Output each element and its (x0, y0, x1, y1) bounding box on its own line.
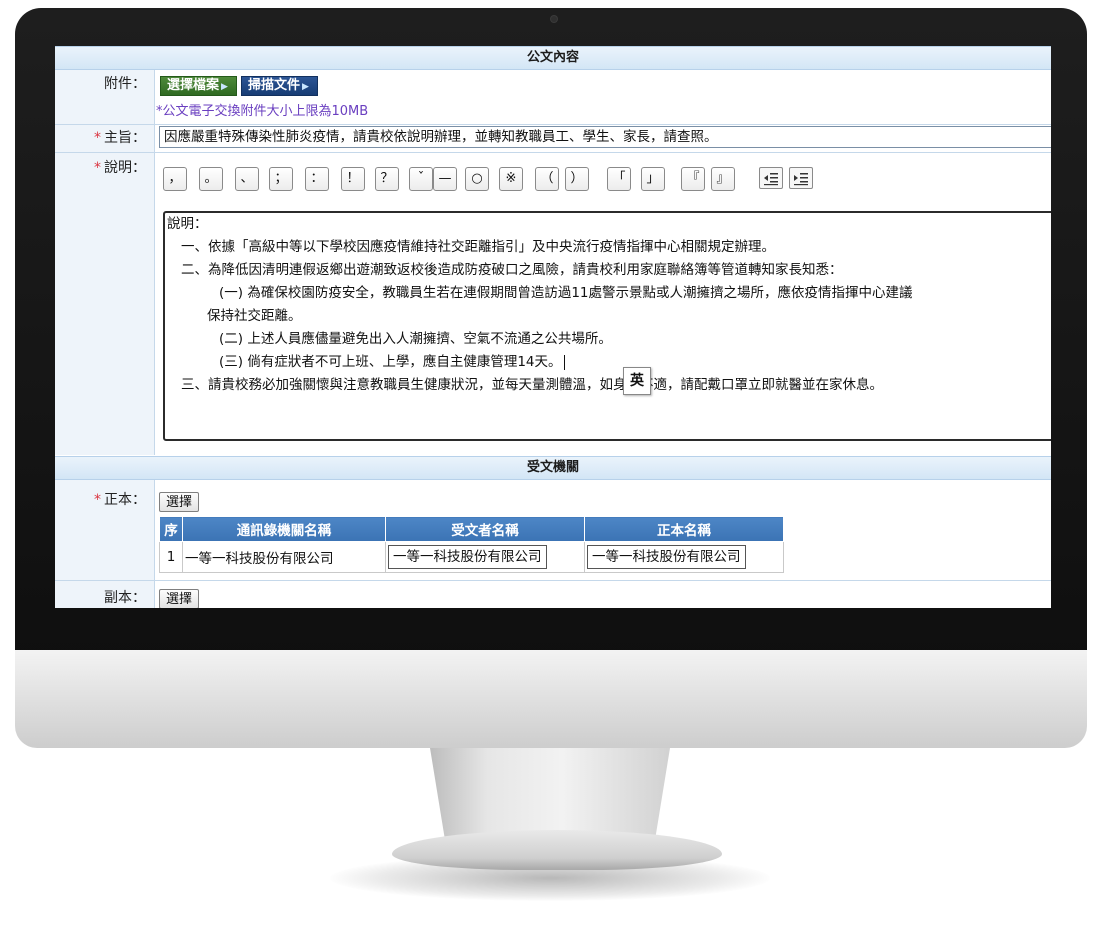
camera-icon (551, 16, 557, 22)
punct-button-reference[interactable]: ※ (499, 167, 523, 191)
description-label: 說明： (104, 160, 146, 176)
punct-button-exclamation[interactable]: ！ (341, 167, 365, 191)
main-recipient-label: 正本： (104, 492, 146, 508)
attachment-label-cell: 附件： (55, 70, 155, 124)
punct-button-right-paren[interactable]: ） (565, 167, 589, 191)
document-section-header: 公文內容 (55, 46, 1051, 70)
monitor-neck (430, 748, 670, 840)
row-divider (55, 580, 1051, 581)
text-caret (563, 354, 565, 370)
screen: 公文內容 附件： * 主旨： * 說明： 選擇檔案 ▶ 掃描文件 ▶ *公文電子交換附件… (55, 46, 1051, 608)
punct-button-left-quote[interactable]: 「 (607, 167, 631, 191)
attachment-size-hint: *公文電子交換附件大小上限為10MB (156, 104, 369, 119)
column-header-main-copy-name: 正本名稱 (584, 516, 784, 542)
row-seq: 1 (159, 541, 183, 573)
description-label-cell: * 說明： (55, 153, 155, 455)
punct-button-colon[interactable]: ： (305, 167, 329, 191)
row-main-copy-name-cell: 一等一科技股份有限公司 (584, 541, 784, 573)
recipient-table-header: 序 通訊錄機關名稱 受文者名稱 正本名稱 (159, 516, 784, 542)
punct-button-right-quote[interactable]: 」 (641, 167, 665, 191)
row-divider (55, 152, 1051, 153)
row-divider (55, 124, 1051, 125)
play-triangle-icon: ▶ (221, 82, 228, 92)
main-recipient-select-button[interactable]: 選擇 (159, 492, 200, 512)
attachment-label: 附件： (104, 76, 146, 92)
subject-input[interactable]: 因應嚴重特殊傳染性肺炎疫情，請貴校依說明辦理，並轉知教職員工、學生、家長，請查照… (159, 126, 1051, 148)
punct-button-circle[interactable]: ○ (465, 167, 489, 191)
scan-document-label: 掃描文件 (248, 78, 301, 93)
recipient-name-field[interactable]: 一等一科技股份有限公司 (388, 545, 547, 569)
choose-file-button[interactable]: 選擇檔案 ▶ (160, 76, 237, 96)
table-row: 1 一等一科技股份有限公司 一等一科技股份有限公司 一等一科技股份有限公司 (159, 541, 784, 573)
indent-increase-icon (794, 173, 808, 186)
punct-button-period[interactable]: 。 (199, 167, 223, 191)
description-line: 三、請貴校務必加強關懷與注意教職員生健康狀況，並每天量測體溫，如身體不適，請配戴… (181, 377, 883, 393)
recipient-table: 序 通訊錄機關名稱 受文者名稱 正本名稱 1 一等一科技股份有限公司 一等一科技… (159, 516, 784, 573)
punct-button-question[interactable]: ？ (375, 167, 399, 191)
copy-recipient-label: 副本： (104, 590, 146, 606)
main-copy-name-field[interactable]: 一等一科技股份有限公司 (587, 545, 746, 569)
description-line: (二) 上述人員應儘量避免出入人潮擁擠、空氣不流通之公共場所。 (219, 331, 612, 347)
row-recipient-name-cell: 一等一科技股份有限公司 (385, 541, 585, 573)
indent-decrease-icon (764, 173, 778, 186)
column-header-directory-name: 通訊錄機關名稱 (182, 516, 386, 542)
punct-button-left-paren[interactable]: （ (535, 167, 559, 191)
punct-button-enum-comma[interactable]: 、 (235, 167, 259, 191)
recipient-section-header: 受文機關 (55, 456, 1051, 480)
description-line: 保持社交距離。 (207, 308, 302, 324)
description-editor[interactable]: 說明： 一、依據「高級中等以下學校因應疫情維持社交距離指引」及中央流行疫情指揮中… (163, 211, 1051, 441)
monitor-chin (15, 650, 1087, 748)
scan-document-button[interactable]: 掃描文件 ▶ (241, 76, 318, 96)
ime-mode-indicator[interactable]: 英 (623, 367, 651, 395)
copy-recipient-label-cell: 副本： (55, 581, 155, 608)
indent-increase-button[interactable] (789, 167, 813, 189)
punct-button-comma[interactable]: ， (163, 167, 187, 191)
row-directory-name: 一等一科技股份有限公司 (182, 541, 386, 573)
description-line-with-caret: (三) 倘有症狀者不可上班、上學，應自主健康管理14天。 (219, 351, 565, 375)
column-header-seq: 序 (159, 516, 183, 542)
column-header-recipient-name: 受文者名稱 (385, 516, 585, 542)
indent-decrease-button[interactable] (759, 167, 783, 189)
required-mark: * (94, 492, 101, 508)
subject-label: 主旨： (104, 130, 146, 146)
description-line: 二、為降低因清明連假返鄉出遊潮致返校後造成防疫破口之風險，請貴校利用家庭聯絡簿等… (181, 262, 843, 278)
punct-button-dash[interactable]: — (433, 167, 457, 191)
punct-button-semicolon[interactable]: ； (269, 167, 293, 191)
main-recipient-label-cell: * 正本： (55, 480, 155, 580)
subject-label-cell: * 主旨： (55, 125, 155, 152)
description-line: (三) 倘有症狀者不可上班、上學，應自主健康管理14天。 (219, 354, 562, 370)
copy-recipient-select-button[interactable]: 選擇 (159, 589, 200, 608)
description-line: 說明： (167, 216, 208, 232)
choose-file-label: 選擇檔案 (167, 78, 220, 93)
monitor-stand-base (392, 830, 722, 870)
description-line: 一、依據「高級中等以下學校因應疫情維持社交距離指引」及中央流行疫情指揮中心相關規… (181, 239, 775, 255)
required-mark: * (94, 160, 101, 176)
required-mark: * (94, 130, 101, 146)
play-triangle-icon: ▶ (302, 82, 309, 92)
description-line: (一) 為確保校園防疫安全，教職員生若在連假期間曾造訪過11處警示景點或人潮擁擠… (219, 285, 913, 301)
punct-button-caron[interactable]: ˇ (409, 167, 433, 191)
punct-button-right-dquote[interactable]: 』 (711, 167, 735, 191)
punct-button-left-dquote[interactable]: 『 (681, 167, 705, 191)
